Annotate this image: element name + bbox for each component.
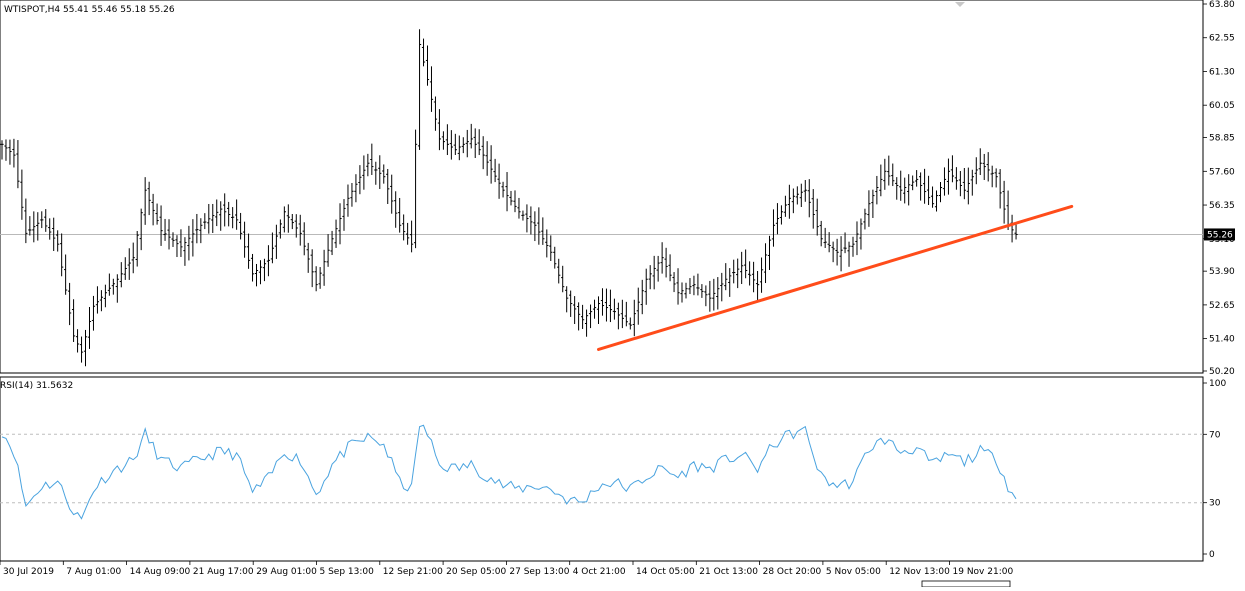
price-tick-label: 62.55 [1209,34,1235,44]
rsi-tick-label: 0 [1209,550,1215,560]
price-tick-label: 50.20 [1209,367,1235,377]
time-tick-label: 14 Oct 05:00 [636,567,695,577]
rsi-tick-label: 70 [1209,430,1221,440]
time-tick-label: 29 Aug 01:00 [256,567,317,577]
time-tick-label: 12 Sep 21:00 [383,567,443,577]
time-tick-label: 27 Sep 13:00 [509,567,569,577]
rsi-axis: 100 70 30 0 [1203,379,1226,560]
price-chart[interactable]: 63.8062.5561.3060.0558.8557.6056.3555.10… [0,0,1245,588]
price-tick-label: 51.40 [1209,335,1235,345]
time-tick-label: 14 Aug 09:00 [130,567,191,577]
price-tick-label: 57.60 [1209,167,1235,177]
price-tick-label: 61.30 [1209,67,1235,77]
chart-window: 63.8062.5561.3060.0558.8557.6056.3555.10… [0,0,1245,588]
price-tick-label: 56.35 [1209,201,1235,211]
price-tick-label: 52.65 [1209,301,1235,311]
time-tick-label: 5 Nov 05:00 [826,567,881,577]
scroll-tab[interactable] [921,580,1011,588]
rsi-tick-label: 100 [1209,379,1226,389]
time-tick-label: 21 Aug 17:00 [193,567,254,577]
time-tick-label: 4 Oct 21:00 [573,567,626,577]
price-tick-label: 53.90 [1209,267,1235,277]
price-tick-label: 63.80 [1209,0,1235,10]
time-tick-label: 20 Sep 05:00 [446,567,506,577]
price-tick-label: 58.85 [1209,134,1235,144]
time-tick-label: 30 Jul 2019 [3,567,54,577]
time-tick-label: 21 Oct 13:00 [699,567,758,577]
time-axis: 30 Jul 2019 7 Aug 01:00 14 Aug 09:00 21 Aug… [0,561,1013,577]
time-tick-label: 19 Nov 21:00 [953,567,1014,577]
price-pane-frame [0,0,1204,374]
symbol-header: WTISPOT,H4 55.41 55.46 55.18 55.26 [4,5,175,15]
price-axis: 63.8062.5561.3060.0558.8557.6056.3555.10… [1203,0,1235,377]
current-price-label: 55.26 [1207,230,1233,240]
price-tick-label: 60.05 [1209,101,1235,111]
time-tick-label: 28 Oct 20:00 [763,567,822,577]
rsi-pane-frame [0,376,1204,562]
rsi-header: RSI(14) 31.5632 [0,381,73,391]
rsi-tick-label: 30 [1209,499,1221,509]
time-tick-label: 7 Aug 01:00 [66,567,121,577]
time-tick-label: 5 Sep 13:00 [320,567,375,577]
time-tick-label: 12 Nov 13:00 [889,567,950,577]
